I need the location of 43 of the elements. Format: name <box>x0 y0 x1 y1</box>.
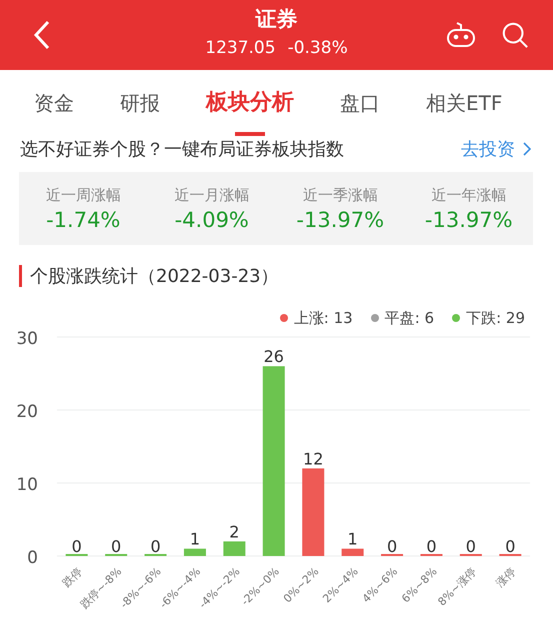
y-tick-label: 0 <box>27 548 38 568</box>
legend-label: 下跌: 29 <box>466 308 525 328</box>
bar-value-label: 0 <box>505 537 516 556</box>
robot-icon[interactable] <box>445 21 477 49</box>
bar-value-label: 0 <box>426 537 437 556</box>
bar-value-label: 0 <box>386 537 398 556</box>
bar-value-label: 12 <box>303 449 324 468</box>
legend-label: 上涨: 13 <box>294 308 353 328</box>
stat-value: -13.97% <box>424 208 513 232</box>
tab[interactable]: 板块分析 <box>206 70 294 136</box>
bar-value-label: 2 <box>229 522 240 542</box>
stat-value: -1.74% <box>46 208 120 232</box>
bar-value-label: 1 <box>190 530 200 549</box>
y-tick-label: 30 <box>16 329 38 349</box>
bar-value-label: 1 <box>348 530 358 549</box>
x-axis-label: 跌停 <box>60 564 85 590</box>
stat-label: 近一季涨幅 <box>302 186 378 204</box>
promo-text: 选不好证券个股？一键布局证券板块指数 <box>20 138 344 161</box>
bar-value-label: 0 <box>72 537 82 556</box>
bar-value-label: 0 <box>150 537 161 556</box>
index-change: -0.38% <box>288 38 348 58</box>
search-icon[interactable] <box>501 21 529 49</box>
stat-label: 近一年涨幅 <box>431 186 506 204</box>
stat-value: -13.97% <box>296 208 384 232</box>
chevron-right-icon <box>523 142 531 156</box>
section-title: 个股涨跌统计（2022-03-23） <box>30 265 279 288</box>
stat-label: 近一月涨幅 <box>174 186 250 204</box>
index-price: 1237.05 <box>205 38 276 58</box>
stat-value: -4.09% <box>174 208 249 232</box>
back-icon[interactable] <box>32 20 52 50</box>
bar-value-label: 26 <box>264 347 284 366</box>
stat-label: 近一周涨幅 <box>46 186 121 204</box>
bar-value-label: 0 <box>111 537 122 556</box>
y-tick-label: 20 <box>16 402 38 422</box>
legend-label: 平盘: 6 <box>384 308 434 328</box>
page-title: 证券 <box>256 6 298 33</box>
tab[interactable]: 资金 <box>34 70 74 136</box>
tab[interactable]: 研报 <box>120 70 160 136</box>
bar-value-label: 0 <box>466 537 476 556</box>
tab[interactable]: 盘口 <box>340 70 380 136</box>
y-tick-label: 10 <box>16 475 38 495</box>
x-axis-label: 涨停 <box>494 564 518 590</box>
tab[interactable]: 相关ETF <box>426 70 502 136</box>
